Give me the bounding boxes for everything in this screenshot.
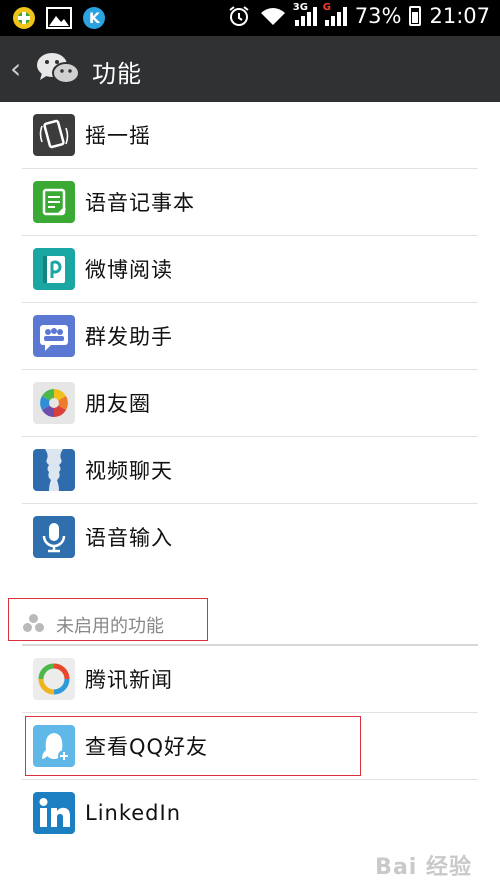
- voice-notepad-icon: [33, 181, 75, 223]
- list-item-voice-notepad[interactable]: 语音记事本: [22, 169, 478, 236]
- list-item-weibo-reader[interactable]: 微博阅读: [22, 236, 478, 303]
- list-item-label: 语音记事本: [85, 191, 195, 215]
- tencent-news-icon: [33, 658, 75, 700]
- video-chat-icon: [33, 449, 75, 491]
- list-item-label: 微博阅读: [85, 258, 173, 282]
- list-item-label: 腾讯新闻: [85, 668, 173, 692]
- page-title: 功能: [92, 60, 142, 88]
- gallery-icon: [46, 7, 72, 29]
- chevron-left-icon[interactable]: ‹: [10, 52, 21, 85]
- list-item-label: 群发助手: [85, 325, 173, 349]
- status-bar: K 3G G 73% 21:07: [0, 0, 500, 36]
- list-item-voice-input[interactable]: 语音输入: [22, 504, 478, 570]
- battery-percent: 73%: [354, 4, 402, 28]
- list-item-broadcast-helper[interactable]: 群发助手: [22, 303, 478, 370]
- highlight-box-section: [8, 598, 208, 641]
- signal-3g-icon: 3G: [293, 2, 317, 26]
- k-app-icon: K: [83, 7, 105, 29]
- broadcast-helper-icon: [33, 315, 75, 357]
- wechat-logo-icon[interactable]: [36, 50, 80, 88]
- shake-phone-icon: [33, 114, 75, 156]
- list-item-label: 视频聊天: [85, 459, 173, 483]
- list-item-tencent-news[interactable]: 腾讯新闻: [22, 646, 478, 713]
- list-item-moments[interactable]: 朋友圈: [22, 370, 478, 437]
- svg-text:K: K: [89, 11, 101, 27]
- list-item-label: 朋友圈: [85, 392, 151, 416]
- weibo-reader-icon: [33, 248, 75, 290]
- enabled-features-list: 摇一摇 语音记事本 微博阅读 群发助手 朋友圈 视频聊天 语音输入: [22, 102, 478, 570]
- watermark: Bai 经验: [375, 855, 472, 880]
- list-item-shake[interactable]: 摇一摇: [22, 102, 478, 169]
- network-type-g: G: [322, 2, 331, 13]
- list-item-video-chat[interactable]: 视频聊天: [22, 437, 478, 504]
- microphone-icon: [33, 516, 75, 558]
- moments-icon: [33, 382, 75, 424]
- wifi-icon: [260, 8, 285, 25]
- signal-g-icon: G: [323, 2, 347, 26]
- network-type-3g: 3G: [292, 2, 308, 13]
- list-item-label: LinkedIn: [85, 801, 182, 825]
- battery-icon: [409, 6, 422, 26]
- linkedin-icon: [33, 792, 75, 834]
- highlight-box-qq-friends: [25, 716, 361, 776]
- list-item-linkedin[interactable]: LinkedIn: [22, 780, 478, 846]
- list-item-label: 语音输入: [85, 526, 173, 550]
- list-item-label: 摇一摇: [85, 124, 151, 148]
- title-bar: ‹ 功能: [0, 36, 500, 102]
- clock-time: 21:07: [429, 4, 490, 28]
- alarm-icon: [229, 6, 249, 26]
- app-plus-icon: [13, 7, 35, 29]
